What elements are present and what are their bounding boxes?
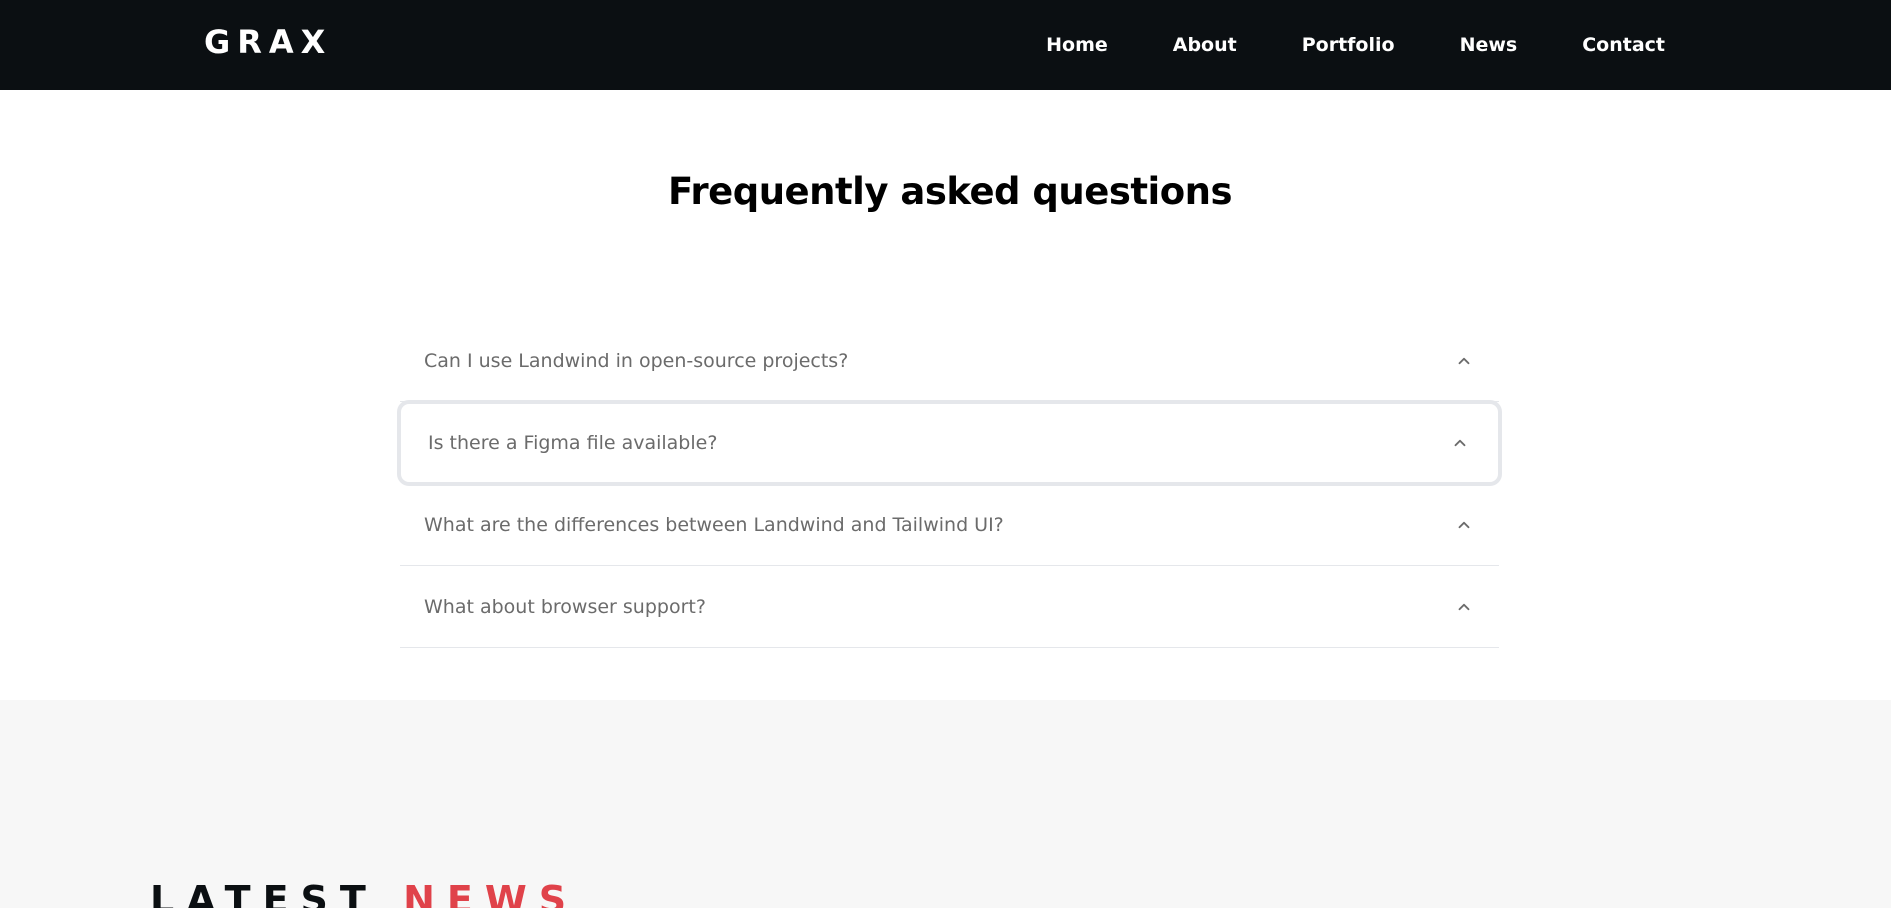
faq-question: Can I use Landwind in open-source projec…: [424, 349, 849, 372]
faq-question: What are the differences between Landwin…: [424, 513, 1004, 536]
faq-accordion: Can I use Landwind in open-source projec…: [397, 320, 1502, 648]
nav-link-news[interactable]: News: [1460, 34, 1518, 56]
faq-item-browser-support[interactable]: What about browser support?: [400, 566, 1499, 648]
chevron-up-icon: [1453, 514, 1475, 536]
chevron-up-icon: [1453, 350, 1475, 372]
chevron-up-icon: [1449, 432, 1471, 454]
nav-link-contact[interactable]: Contact: [1582, 34, 1665, 56]
nav-link-portfolio[interactable]: Portfolio: [1302, 34, 1395, 56]
chevron-up-icon: [1453, 596, 1475, 618]
main-nav: Home About Portfolio News Contact: [1046, 0, 1665, 90]
faq-item-differences[interactable]: What are the differences between Landwin…: [400, 484, 1499, 566]
faq-question: Is there a Figma file available?: [428, 432, 718, 454]
top-navbar: GRAX Home About Portfolio News Contact: [0, 0, 1891, 90]
news-title-word-news: NEWS: [403, 878, 579, 908]
site-logo[interactable]: GRAX: [204, 22, 332, 62]
faq-title: Frequently asked questions: [667, 170, 1233, 213]
latest-news-section: LATEST NEWS: [0, 700, 1891, 908]
faq-item-open-source[interactable]: Can I use Landwind in open-source projec…: [400, 320, 1499, 402]
nav-link-home[interactable]: Home: [1046, 34, 1108, 56]
nav-link-about[interactable]: About: [1173, 34, 1237, 56]
faq-question: What about browser support?: [424, 595, 706, 618]
faq-section: Frequently asked questions Can I use Lan…: [0, 90, 1891, 700]
latest-news-title: LATEST NEWS: [150, 880, 578, 908]
news-title-word-latest: LATEST: [150, 878, 378, 908]
faq-item-figma[interactable]: Is there a Figma file available?: [397, 400, 1502, 486]
